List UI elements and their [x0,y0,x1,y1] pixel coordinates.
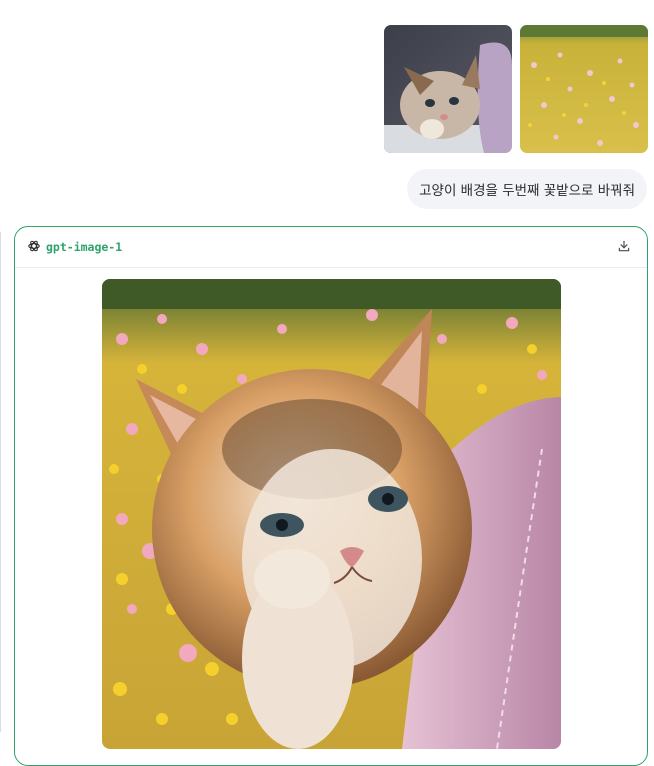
result-card-header: gpt-image-1 [15,227,647,268]
openai-logo-icon [27,238,41,257]
model-tag: gpt-image-1 [27,238,122,257]
attachment-cat-thumbnail[interactable] [384,25,512,153]
left-panel-edge [0,232,1,732]
image-result-card: gpt-image-1 [14,226,648,766]
model-name: gpt-image-1 [46,240,123,254]
attachment-flower-field-thumbnail[interactable] [520,25,648,153]
download-icon [617,238,631,257]
user-message-text: 고양이 배경을 두번째 꽃밭으로 바꿔줘 [419,183,635,199]
download-button[interactable] [614,237,634,257]
user-attachments [384,25,648,153]
generated-image[interactable] [102,279,561,749]
user-message-bubble: 고양이 배경을 두번째 꽃밭으로 바꿔줘 [407,169,647,209]
